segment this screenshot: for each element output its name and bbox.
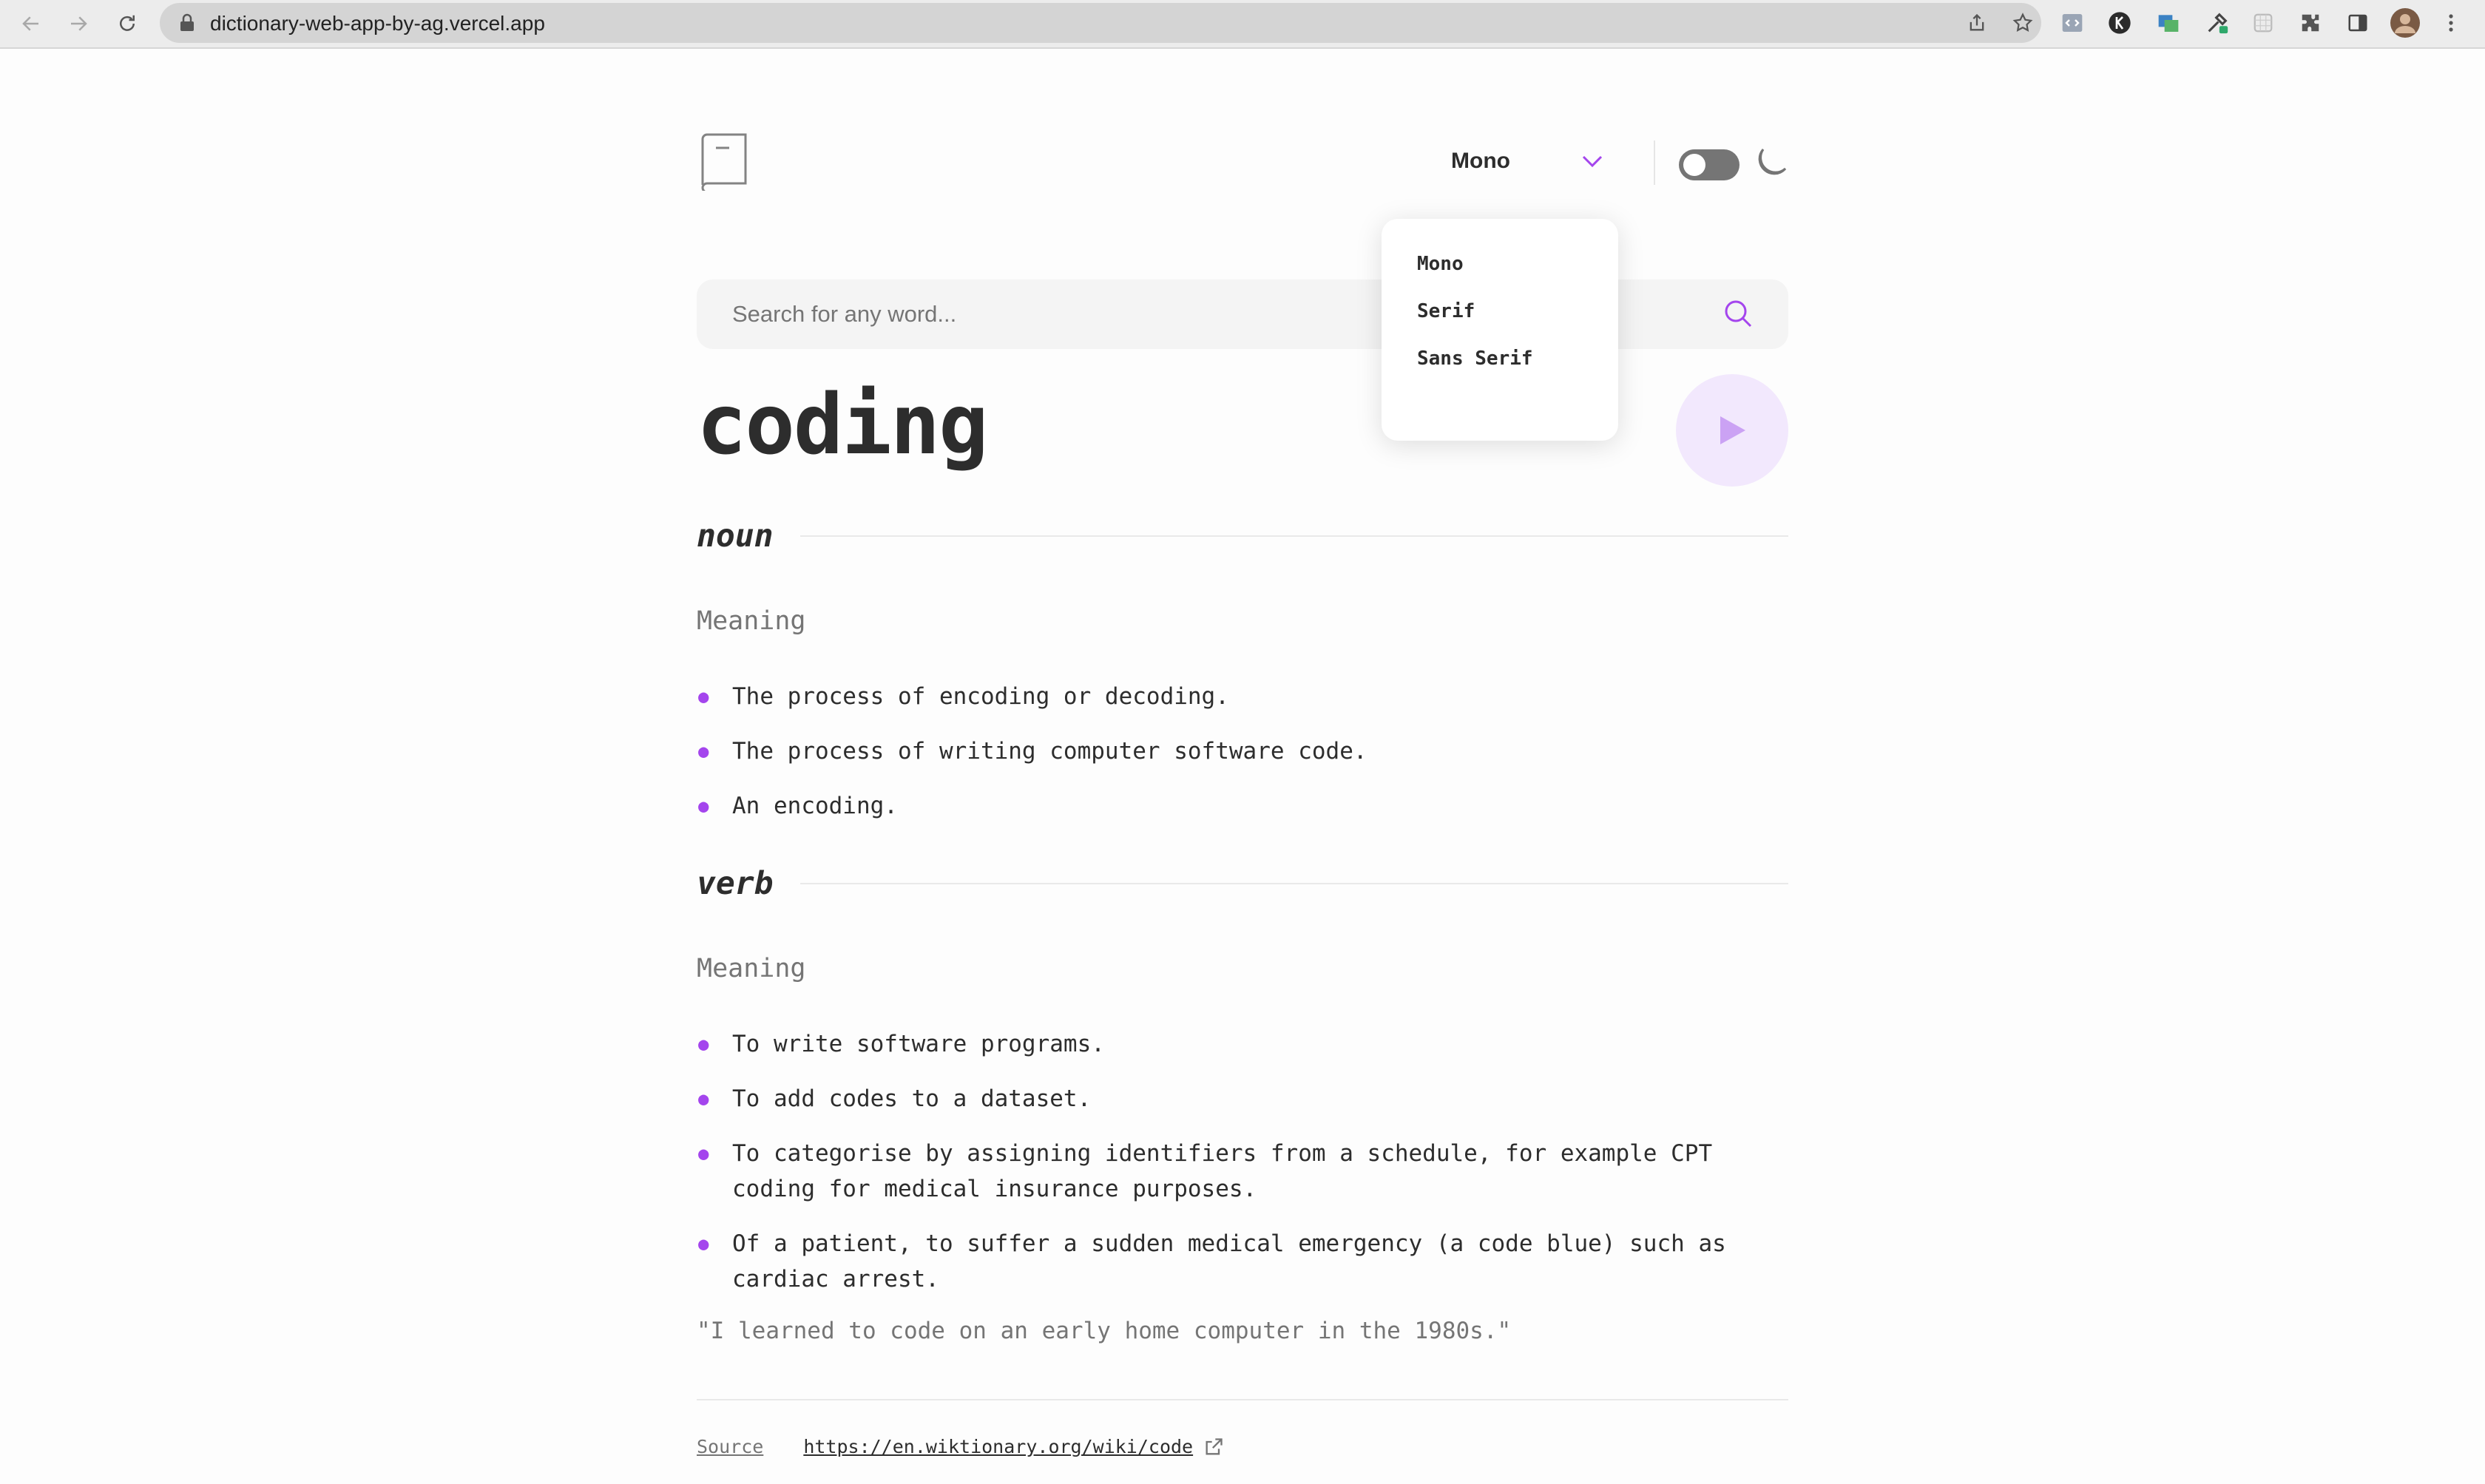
book-logo-icon: [701, 133, 747, 191]
part-of-speech-noun: noun: [697, 518, 1788, 555]
word-title: coding: [697, 377, 989, 473]
toggle-knob: [1683, 154, 1705, 176]
star-icon: [2012, 13, 2033, 32]
definition-item: ● Of a patient, to suffer a sudden medica…: [697, 1226, 1788, 1297]
code-icon: [2062, 14, 2083, 32]
bullet-icon: ●: [698, 686, 709, 707]
search-icon[interactable]: [1723, 299, 1753, 328]
definition-item: ● To write software programs.: [697, 1026, 1788, 1062]
source-line: Source https://en.wiktionary.org/wiki/co…: [697, 1436, 1224, 1457]
font-select[interactable]: Mono: [1451, 138, 1603, 185]
address-bar[interactable]: dictionary-web-app-by-ag.vercel.app: [160, 3, 2041, 43]
definition-text: To write software programs.: [732, 1031, 1105, 1057]
extension-k[interactable]: [2105, 8, 2134, 38]
side-panel-icon: [2348, 14, 2367, 32]
header-divider: [1654, 140, 1655, 185]
definition-text: To add codes to a dataset.: [732, 1085, 1092, 1112]
part-of-speech-label: verb: [697, 865, 774, 902]
external-link-icon[interactable]: [1203, 1437, 1224, 1457]
share-button[interactable]: [1963, 9, 1991, 37]
play-pronunciation-button[interactable]: [1676, 374, 1788, 487]
lock-icon: [180, 13, 194, 31]
moon-icon[interactable]: [1756, 145, 1790, 179]
meaning-heading: Meaning: [697, 954, 806, 983]
grid-icon: [2254, 13, 2273, 33]
theme-toggle[interactable]: [1679, 149, 1740, 180]
definition-text: Of a patient, to suffer a sudden medical…: [732, 1230, 1726, 1292]
definition-list-verb: ● To write software programs. ● To add cod…: [697, 1026, 1788, 1316]
bookmark-button[interactable]: [2009, 9, 2037, 37]
arrow-left-icon: [22, 16, 38, 31]
definition-text: To categorise by assigning identifiers f…: [732, 1140, 1713, 1202]
search-bar: [697, 279, 1788, 349]
footer-rule: [697, 1399, 1788, 1400]
font-dropdown-menu: Mono Serif Sans Serif: [1382, 219, 1618, 441]
definition-text: An encoding.: [732, 793, 898, 819]
eyedropper-icon: [2208, 13, 2228, 34]
chevron-down-icon: [1582, 155, 1603, 168]
url-text: dictionary-web-app-by-ag.vercel.app: [210, 12, 545, 35]
source-label: Source: [697, 1436, 764, 1457]
arrow-right-icon: [71, 16, 87, 31]
meaning-heading: Meaning: [697, 606, 806, 636]
font-option-serif[interactable]: Serif: [1417, 300, 1618, 348]
extension-translate[interactable]: [2154, 8, 2183, 38]
browser-toolbar: dictionary-web-app-by-ag.vercel.app: [0, 0, 2485, 49]
definition-item: ● To categorise by assigning identifiers …: [697, 1136, 1788, 1207]
extensions-button[interactable]: [2296, 8, 2325, 38]
reload-button[interactable]: [111, 7, 143, 40]
bullet-icon: ●: [698, 741, 709, 762]
definition-text: The process of writing computer software…: [732, 738, 1367, 765]
bullet-icon: ●: [698, 1143, 709, 1164]
extension-devtools[interactable]: [2058, 8, 2087, 38]
definition-item: ● An encoding.: [697, 788, 1788, 824]
browser-menu-button[interactable]: [2436, 8, 2466, 38]
bullet-icon: ●: [698, 1034, 709, 1054]
definition-list-noun: ● The process of encoding or decoding. ● T…: [697, 679, 1788, 843]
bullet-icon: ●: [698, 796, 709, 816]
definition-item: ● The process of encoding or decoding.: [697, 679, 1788, 714]
definition-item: ● The process of writing computer softwar…: [697, 733, 1788, 769]
section-rule: [799, 535, 1788, 537]
font-option-sans-serif[interactable]: Sans Serif: [1417, 348, 1618, 395]
play-icon: [1720, 416, 1745, 444]
part-of-speech-verb: verb: [697, 865, 1788, 902]
bullet-icon: ●: [698, 1088, 709, 1109]
section-rule: [799, 883, 1788, 884]
definition-text: The process of encoding or decoding.: [732, 683, 1229, 710]
window-stack-icon: [2158, 15, 2179, 32]
k-circle-icon: [2109, 12, 2131, 34]
avatar-icon: [2390, 8, 2420, 38]
extension-grid[interactable]: [2248, 8, 2278, 38]
back-button[interactable]: [15, 7, 47, 40]
source-link[interactable]: https://en.wiktionary.org/wiki/code: [803, 1436, 1193, 1457]
bullet-icon: ●: [698, 1233, 709, 1254]
puzzle-icon: [2302, 14, 2319, 32]
usage-example: "I learned to code on an early home comp…: [697, 1318, 1512, 1344]
definition-item: ● To add codes to a dataset.: [697, 1081, 1788, 1117]
font-option-mono[interactable]: Mono: [1417, 253, 1618, 300]
reload-icon: [120, 15, 135, 31]
extension-eyedropper[interactable]: [2202, 8, 2232, 38]
forward-button[interactable]: [62, 7, 95, 40]
font-select-label: Mono: [1451, 149, 1510, 173]
part-of-speech-label: noun: [697, 518, 774, 555]
side-panel-button[interactable]: [2343, 8, 2373, 38]
kebab-menu-icon: [2449, 14, 2453, 32]
share-icon: [1970, 13, 1984, 31]
profile-avatar[interactable]: [2390, 8, 2420, 38]
